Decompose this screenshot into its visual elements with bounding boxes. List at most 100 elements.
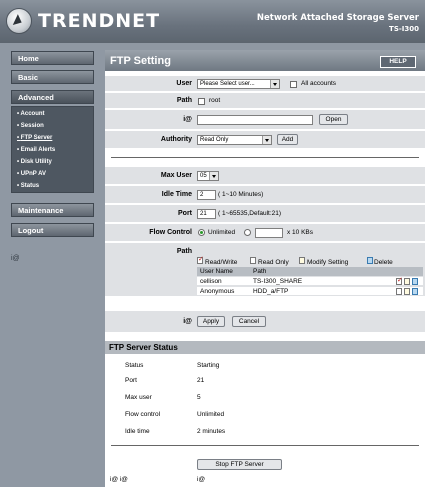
path-table-label: Path xyxy=(176,248,192,255)
submenu-ftp-server[interactable]: • FTP Server xyxy=(17,135,52,141)
path-input-row: i@ Open xyxy=(105,110,425,130)
max-user-status-value: 5 xyxy=(197,394,201,401)
path-row: Path root xyxy=(105,93,425,109)
add-button[interactable]: Add xyxy=(277,134,298,145)
port-input[interactable]: 21 xyxy=(197,209,216,219)
advanced-submenu: • Account • Session • FTP Server • Email… xyxy=(11,106,94,193)
divider xyxy=(111,445,419,446)
legend-read-only: Read Only xyxy=(258,259,289,266)
chevron-down-icon xyxy=(270,80,279,88)
path-input[interactable] xyxy=(197,115,313,125)
read-only-icon[interactable] xyxy=(396,288,402,295)
column-header-path: Path xyxy=(253,268,267,275)
idle-time-row: Idle Time 2 ( 1~10 Minutes) xyxy=(105,186,425,204)
modify-setting-icon[interactable] xyxy=(404,288,410,295)
sidebar: Home Basic Advanced • Account • Session … xyxy=(0,43,104,487)
submenu-upnp-av-label: UPnP AV xyxy=(20,171,47,177)
read-write-icon[interactable] xyxy=(396,276,403,285)
idle-time-status-value: 2 minutes xyxy=(197,428,226,435)
menu-basic[interactable]: Basic xyxy=(11,70,94,84)
idle-time-input[interactable]: 2 xyxy=(197,190,216,200)
submenu-account-label: Account xyxy=(20,111,45,117)
broken-image-icon: i@ xyxy=(11,255,20,262)
idle-time-hint: ( 1~10 Minutes) xyxy=(218,191,264,198)
idle-time-status-label: Idle time xyxy=(125,428,150,435)
root-label: root xyxy=(209,97,221,104)
main-panel: FTP Setting HELP User Please Select user… xyxy=(105,50,425,487)
submenu-session-label: Session xyxy=(20,123,44,129)
port-status-label: Port xyxy=(125,377,137,384)
legend-delete: Delete xyxy=(374,259,393,266)
apply-button[interactable]: Apply xyxy=(197,316,225,327)
port-status-value: 21 xyxy=(197,377,205,384)
help-button[interactable]: HELP xyxy=(380,56,416,68)
menu-maintenance[interactable]: Maintenance xyxy=(11,203,94,217)
table-row: cellison TS-I300_SHARE xyxy=(197,276,423,286)
submenu-status[interactable]: • Status xyxy=(17,183,39,189)
unlimited-radio[interactable] xyxy=(198,229,205,236)
ftp-status-header: FTP Server Status xyxy=(105,341,425,354)
read-only-icon xyxy=(250,257,256,264)
user-select[interactable]: Please Select user... xyxy=(197,79,280,89)
title-bar: FTP Setting HELP xyxy=(105,50,425,71)
user-select-value: Please Select user... xyxy=(200,81,255,87)
max-user-status-label: Max user xyxy=(125,394,152,401)
root-checkbox[interactable] xyxy=(198,98,205,105)
submenu-session[interactable]: • Session xyxy=(17,123,44,129)
submenu-upnp-av[interactable]: • UPnP AV xyxy=(17,171,46,177)
table-cell-path: HDD_a/FTP xyxy=(253,288,289,295)
apply-row: i@ Apply Cancel xyxy=(105,311,425,333)
submenu-account[interactable]: • Account xyxy=(17,111,45,117)
chevron-down-icon xyxy=(262,136,271,144)
authority-row: Authority Read Only Add xyxy=(105,131,425,149)
flow-unit-label: x 10 KBs xyxy=(287,229,314,236)
table-cell-user: Anonymous xyxy=(200,288,235,295)
flow-control-label: Flow Control xyxy=(149,229,192,236)
status-value: Starting xyxy=(197,362,220,369)
legend-read-write: Read/Write xyxy=(205,259,238,266)
broken-image-icon: i@ xyxy=(183,116,192,123)
table-row: Anonymous HDD_a/FTP xyxy=(197,287,423,296)
menu-logout[interactable]: Logout xyxy=(11,223,94,237)
cancel-button[interactable]: Cancel xyxy=(232,316,266,327)
authority-select[interactable]: Read Only xyxy=(197,135,272,145)
max-user-select[interactable]: 05 xyxy=(197,171,219,181)
limited-radio[interactable] xyxy=(244,229,251,236)
product-model: TS-I300 xyxy=(389,25,419,33)
brand-logo-text: TRENDNET xyxy=(38,10,161,32)
user-label: User xyxy=(176,80,192,87)
column-header-user: User Name xyxy=(200,268,233,275)
table-cell-user: cellison xyxy=(200,278,222,285)
path-label: Path xyxy=(176,97,192,104)
page-header: TRENDNET Network Attached Storage Server… xyxy=(0,0,425,43)
open-button[interactable]: Open xyxy=(319,114,348,125)
delete-icon[interactable] xyxy=(412,288,418,295)
flow-control-row: Flow Control Unlimited x 10 KBs xyxy=(105,224,425,242)
port-row: Port 21 ( 1~65535,Default:21) xyxy=(105,205,425,223)
modify-setting-icon[interactable] xyxy=(404,278,410,285)
product-name: Network Attached Storage Server xyxy=(256,13,419,23)
chevron-down-icon xyxy=(209,172,218,180)
trendnet-logo-icon xyxy=(6,8,32,34)
divider xyxy=(111,157,419,158)
status-label: Status xyxy=(125,362,144,369)
max-user-value: 05 xyxy=(200,173,207,179)
submenu-email-alerts[interactable]: • Email Alerts xyxy=(17,147,55,153)
delete-icon[interactable] xyxy=(412,278,418,285)
submenu-ftp-server-label: FTP Server xyxy=(20,135,53,141)
all-accounts-checkbox[interactable] xyxy=(290,81,297,88)
submenu-status-label: Status xyxy=(20,183,40,189)
modify-setting-icon xyxy=(299,257,305,264)
idle-time-label: Idle Time xyxy=(161,191,192,198)
flow-control-status-label: Flow control xyxy=(125,411,161,418)
table-header: User Name Path xyxy=(197,267,423,276)
page-title: FTP Setting xyxy=(110,55,171,67)
broken-image-icon: i@ xyxy=(197,476,206,483)
submenu-disk-utility-label: Disk Utility xyxy=(20,159,52,165)
menu-advanced[interactable]: Advanced xyxy=(11,90,94,104)
submenu-disk-utility[interactable]: • Disk Utility xyxy=(17,159,52,165)
flow-limit-input[interactable] xyxy=(255,228,283,238)
menu-home[interactable]: Home xyxy=(11,51,94,65)
unlimited-label: Unlimited xyxy=(208,229,236,236)
stop-ftp-server-button[interactable]: Stop FTP Server xyxy=(197,459,282,470)
